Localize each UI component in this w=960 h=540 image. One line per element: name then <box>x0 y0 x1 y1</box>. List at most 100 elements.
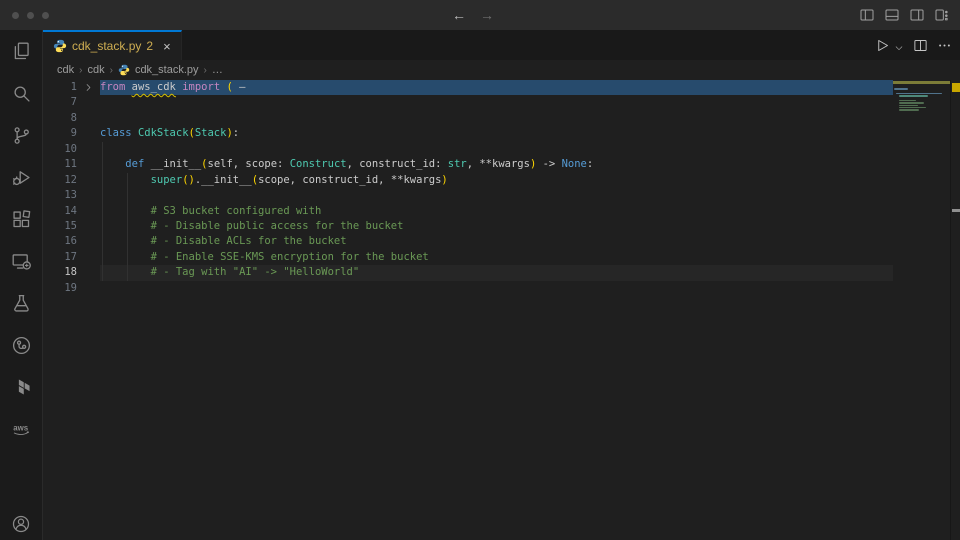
code-lines[interactable]: 1from aws_cdk import ( –789class CdkStac… <box>43 80 893 540</box>
line-text: # - Disable public access for the bucket <box>100 219 893 234</box>
activity-bar-git-circle-icon[interactable] <box>0 324 42 366</box>
chevron-down-icon[interactable] <box>894 40 904 50</box>
line-number[interactable]: 17 <box>43 250 77 265</box>
line-text <box>100 111 893 126</box>
minimap-line <box>899 105 918 107</box>
code-token: # - Tag with "AI" -> "HelloWorld" <box>151 266 360 278</box>
minimap-line <box>899 95 928 97</box>
indent-guide <box>102 173 103 188</box>
customize-layout-icon[interactable] <box>934 7 950 23</box>
editor[interactable]: 1from aws_cdk import ( –789class CdkStac… <box>43 80 960 540</box>
activity-bar-run-debug-icon[interactable] <box>0 156 42 198</box>
split-editor-icon[interactable] <box>913 38 928 53</box>
line-number[interactable]: 10 <box>43 142 77 157</box>
account-icon[interactable] <box>0 510 42 538</box>
fold-chevron-icon[interactable] <box>84 83 93 92</box>
gutter[interactable] <box>77 173 100 188</box>
code-line-19: 19 <box>43 281 893 296</box>
code-token: : <box>587 158 593 170</box>
code-token: class <box>100 127 132 139</box>
activity-bar-aws-icon[interactable]: aws <box>0 408 42 450</box>
code-line-12: 12 super().__init__(scope, construct_id,… <box>43 173 893 188</box>
line-number[interactable]: 13 <box>43 188 77 203</box>
code-token: # S3 bucket configured with <box>151 205 322 217</box>
tab-badge: 2 <box>146 39 153 53</box>
breadcrumb-item[interactable]: cdk_stack.py <box>135 64 199 76</box>
toggle-panel-icon[interactable] <box>884 7 900 23</box>
code-line-18: 18 # - Tag with "AI" -> "HelloWorld" <box>43 265 893 280</box>
line-text: # - Tag with "AI" -> "HelloWorld" <box>100 265 893 280</box>
line-number[interactable]: 8 <box>43 111 77 126</box>
minimap-line <box>894 88 908 90</box>
nav-forward-icon[interactable]: → <box>480 7 494 23</box>
window-controls[interactable] <box>12 12 49 19</box>
breadcrumb-item[interactable]: … <box>212 64 223 76</box>
gutter[interactable] <box>77 157 100 172</box>
indent-guide <box>127 265 128 280</box>
gutter[interactable] <box>77 142 100 157</box>
line-number[interactable]: 1 <box>43 80 77 95</box>
code-token: def <box>125 158 144 170</box>
line-number[interactable]: 12 <box>43 173 77 188</box>
breadcrumb-item[interactable]: cdk <box>87 64 104 76</box>
more-actions-icon[interactable] <box>937 38 952 53</box>
activity-bar-terraform-icon[interactable] <box>0 366 42 408</box>
code-token: () <box>182 174 195 186</box>
gutter[interactable] <box>77 250 100 265</box>
code-token <box>100 266 151 278</box>
line-number[interactable]: 16 <box>43 234 77 249</box>
indent-guide <box>102 219 103 234</box>
gutter[interactable] <box>77 204 100 219</box>
toggle-secondary-sidebar-icon[interactable] <box>909 7 925 23</box>
code-token: # - Disable ACLs for the bucket <box>151 235 347 247</box>
breadcrumb-item[interactable]: cdk <box>57 64 74 76</box>
gutter[interactable] <box>77 95 100 110</box>
line-number[interactable]: 15 <box>43 219 77 234</box>
breadcrumb-separator: › <box>110 65 113 76</box>
activity-bar-search-icon[interactable] <box>0 72 42 114</box>
gutter[interactable] <box>77 80 100 95</box>
activity-bar-source-control-icon[interactable] <box>0 114 42 156</box>
line-text: # - Disable ACLs for the bucket <box>100 234 893 249</box>
tab-cdk-stack[interactable]: cdk_stack.py 2 × <box>43 30 182 60</box>
run-icon[interactable] <box>875 38 890 53</box>
line-number[interactable]: 19 <box>43 281 77 296</box>
code-token <box>100 235 151 247</box>
gutter[interactable] <box>77 188 100 203</box>
code-token: from <box>100 81 125 93</box>
line-number[interactable]: 7 <box>43 95 77 110</box>
gutter[interactable] <box>77 219 100 234</box>
python-icon <box>118 64 130 76</box>
minimap-line <box>899 100 916 102</box>
code-token <box>100 158 125 170</box>
gutter[interactable] <box>77 126 100 141</box>
line-number[interactable]: 9 <box>43 126 77 141</box>
activity-bar-remote-explorer-icon[interactable] <box>0 240 42 282</box>
line-text: # S3 bucket configured with <box>100 204 893 219</box>
code-token <box>100 205 151 217</box>
activity-bar-extensions-icon[interactable] <box>0 198 42 240</box>
nav-back-icon[interactable]: ← <box>452 7 466 23</box>
code-token: import <box>182 81 220 93</box>
line-text: # - Enable SSE-KMS encryption for the bu… <box>100 250 893 265</box>
line-text: from aws_cdk import ( – <box>100 80 893 95</box>
gutter[interactable] <box>77 281 100 296</box>
tab-close-icon[interactable]: × <box>163 39 171 54</box>
gutter[interactable] <box>77 234 100 249</box>
code-line-15: 15 # - Disable public access for the buc… <box>43 219 893 234</box>
overview-ruler <box>950 80 960 540</box>
code-token: self, scope: <box>208 158 290 170</box>
gutter[interactable] <box>77 111 100 126</box>
activity-bar-explorer-icon[interactable] <box>0 30 42 72</box>
toggle-sidebar-icon[interactable] <box>859 7 875 23</box>
minimap-line <box>896 93 942 95</box>
line-number[interactable]: 11 <box>43 157 77 172</box>
minimap-line <box>899 109 919 111</box>
gutter[interactable] <box>77 265 100 280</box>
line-number[interactable]: 14 <box>43 204 77 219</box>
minimap[interactable] <box>893 80 950 540</box>
code-token: : <box>233 127 239 139</box>
vscode-window: ← → aws cdk_stack.py 2 × cdk›cdk›cdk_sta… <box>0 0 960 540</box>
line-number[interactable]: 18 <box>43 265 77 280</box>
activity-bar-testing-icon[interactable] <box>0 282 42 324</box>
